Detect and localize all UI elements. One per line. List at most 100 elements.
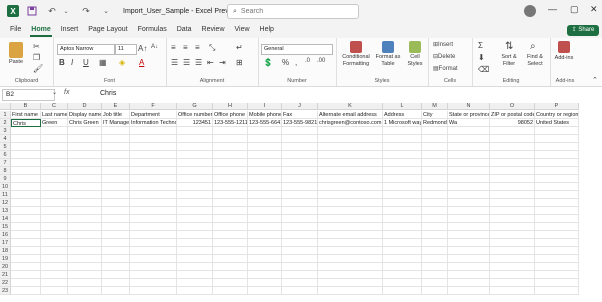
maximize-button[interactable]: ▢ <box>570 4 579 15</box>
cell-b4[interactable] <box>11 135 41 143</box>
cell-e9[interactable] <box>102 175 130 183</box>
cell-d2[interactable]: Chris Green <box>68 119 102 127</box>
cell-m3[interactable] <box>422 127 448 135</box>
cell-n7[interactable] <box>448 159 490 167</box>
cell-l15[interactable] <box>383 223 422 231</box>
column-header-l[interactable]: L <box>383 103 422 110</box>
cell-h10[interactable] <box>213 183 248 191</box>
align-bottom-icon[interactable]: ≡ <box>195 43 200 52</box>
cell-d10[interactable] <box>68 183 102 191</box>
cell-b18[interactable] <box>11 247 41 255</box>
cell-b7[interactable] <box>11 159 41 167</box>
cell-p1[interactable]: Country or region <box>535 111 579 119</box>
cell-j7[interactable] <box>282 159 318 167</box>
cell-d22[interactable] <box>68 279 102 287</box>
align-middle-icon[interactable]: ≡ <box>183 43 188 52</box>
cell-d18[interactable] <box>68 247 102 255</box>
currency-icon[interactable]: 💲 <box>263 58 273 67</box>
cell-k15[interactable] <box>318 223 383 231</box>
cell-f7[interactable] <box>130 159 177 167</box>
cell-m6[interactable] <box>422 151 448 159</box>
cell-o1[interactable]: ZIP or postal code <box>490 111 535 119</box>
cell-c21[interactable] <box>41 271 68 279</box>
cell-m22[interactable] <box>422 279 448 287</box>
cell-b10[interactable] <box>11 183 41 191</box>
cell-d11[interactable] <box>68 191 102 199</box>
row-header-22[interactable]: 22 <box>0 279 11 287</box>
cell-k23[interactable] <box>318 287 383 295</box>
cell-n8[interactable] <box>448 167 490 175</box>
cell-b5[interactable] <box>11 143 41 151</box>
cell-d7[interactable] <box>68 159 102 167</box>
cell-o22[interactable] <box>490 279 535 287</box>
cell-d17[interactable] <box>68 239 102 247</box>
cell-g10[interactable] <box>177 183 213 191</box>
cell-m16[interactable] <box>422 231 448 239</box>
paste-label[interactable]: Paste <box>6 59 26 66</box>
delete-cells-button[interactable]: ⊟ Delete <box>433 53 455 61</box>
cell-b1[interactable]: First name <box>11 111 41 119</box>
format-cells-button[interactable]: ▤ Format <box>433 65 458 73</box>
cell-h5[interactable] <box>213 143 248 151</box>
cell-f1[interactable]: Department <box>130 111 177 119</box>
cell-d20[interactable] <box>68 263 102 271</box>
cell-p16[interactable] <box>535 231 579 239</box>
row-header-20[interactable]: 20 <box>0 263 11 271</box>
cell-k18[interactable] <box>318 247 383 255</box>
cell-l23[interactable] <box>383 287 422 295</box>
cell-f17[interactable] <box>130 239 177 247</box>
cell-o6[interactable] <box>490 151 535 159</box>
cell-c11[interactable] <box>41 191 68 199</box>
cell-b13[interactable] <box>11 207 41 215</box>
cell-p6[interactable] <box>535 151 579 159</box>
cell-p3[interactable] <box>535 127 579 135</box>
cell-m11[interactable] <box>422 191 448 199</box>
cell-c13[interactable] <box>41 207 68 215</box>
column-header-m[interactable]: M <box>422 103 448 110</box>
cell-b21[interactable] <box>11 271 41 279</box>
cell-o5[interactable] <box>490 143 535 151</box>
cell-j5[interactable] <box>282 143 318 151</box>
cell-m7[interactable] <box>422 159 448 167</box>
cell-f5[interactable] <box>130 143 177 151</box>
cell-i18[interactable] <box>248 247 282 255</box>
cell-l6[interactable] <box>383 151 422 159</box>
cell-e1[interactable]: Job title <box>102 111 130 119</box>
cell-j6[interactable] <box>282 151 318 159</box>
conditional-formatting-label[interactable]: Conditional Formatting <box>338 54 374 68</box>
cell-j13[interactable] <box>282 207 318 215</box>
cell-j15[interactable] <box>282 223 318 231</box>
cell-m21[interactable] <box>422 271 448 279</box>
underline-icon[interactable]: U <box>83 58 89 67</box>
cell-o7[interactable] <box>490 159 535 167</box>
cell-f15[interactable] <box>130 223 177 231</box>
cell-k12[interactable] <box>318 199 383 207</box>
cell-n9[interactable] <box>448 175 490 183</box>
cell-j16[interactable] <box>282 231 318 239</box>
cell-j19[interactable] <box>282 255 318 263</box>
cell-i15[interactable] <box>248 223 282 231</box>
undo-dropdown-icon[interactable]: ⌄ <box>59 4 73 18</box>
cell-h19[interactable] <box>213 255 248 263</box>
cell-styles-label[interactable]: Cell Styles <box>403 54 427 68</box>
cell-m4[interactable] <box>422 135 448 143</box>
cell-l16[interactable] <box>383 231 422 239</box>
cell-p9[interactable] <box>535 175 579 183</box>
cell-e11[interactable] <box>102 191 130 199</box>
cell-n3[interactable] <box>448 127 490 135</box>
cell-h7[interactable] <box>213 159 248 167</box>
row-header-18[interactable]: 18 <box>0 247 11 255</box>
cell-p8[interactable] <box>535 167 579 175</box>
cell-i1[interactable]: Mobile phone <box>248 111 282 119</box>
italic-icon[interactable]: I <box>71 58 73 67</box>
cell-g18[interactable] <box>177 247 213 255</box>
row-header-7[interactable]: 7 <box>0 159 11 167</box>
cell-h4[interactable] <box>213 135 248 143</box>
cell-n2[interactable]: Wa <box>448 119 490 127</box>
cell-e21[interactable] <box>102 271 130 279</box>
cell-k20[interactable] <box>318 263 383 271</box>
cell-i23[interactable] <box>248 287 282 295</box>
cell-c4[interactable] <box>41 135 68 143</box>
cell-p14[interactable] <box>535 215 579 223</box>
cell-e5[interactable] <box>102 143 130 151</box>
